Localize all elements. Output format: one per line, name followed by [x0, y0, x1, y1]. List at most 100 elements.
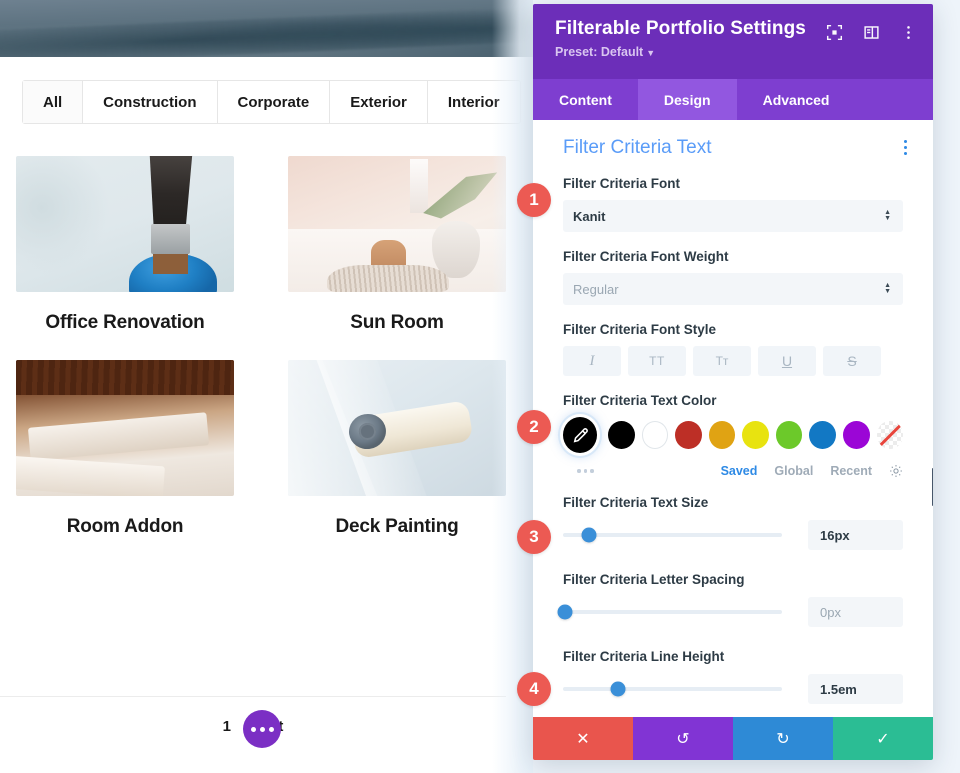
color-source-tabs: Saved Global Recent	[721, 464, 903, 478]
swatch-red[interactable]	[675, 421, 702, 449]
filter-tab-all[interactable]: All	[23, 81, 84, 123]
italic-button[interactable]: I	[563, 346, 621, 376]
font-weight-select[interactable]: Regular ▲ ▼	[563, 273, 903, 305]
portfolio-item[interactable]: Deck Painting	[288, 360, 506, 538]
color-tab-recent[interactable]: Recent	[830, 464, 872, 478]
paint-roller-photo[interactable]	[288, 360, 506, 496]
tab-design[interactable]: Design	[637, 79, 737, 120]
portfolio-item-title: Sun Room	[350, 312, 444, 333]
text-size-slider[interactable]	[563, 527, 782, 543]
field-label: Filter Criteria Letter Spacing	[563, 572, 745, 587]
slider-knob[interactable]	[557, 604, 573, 620]
filterable-portfolio-settings-modal: Filterable Portfolio Settings Preset: De…	[533, 4, 933, 760]
annotation-badge-1: 1	[517, 183, 551, 217]
annotation-badge-4: 4	[517, 672, 551, 706]
focus-frame-icon[interactable]	[826, 24, 843, 41]
screenshot-root: All Construction Corporate Exterior Inte…	[0, 0, 960, 773]
uppercase-button[interactable]: TT	[628, 346, 686, 376]
field-filter-criteria-text-color: Filter Criteria Text Color	[533, 393, 933, 453]
swatch-blue[interactable]	[809, 421, 836, 449]
capitalize-button[interactable]: Tᴛ	[693, 346, 751, 376]
filter-tab-interior[interactable]: Interior	[428, 81, 520, 123]
font-weight-select-value: Regular	[573, 281, 619, 297]
portfolio-item[interactable]: Sun Room	[288, 156, 506, 334]
strikethrough-button[interactable]: S	[823, 346, 881, 376]
swatch-yellow[interactable]	[742, 421, 769, 449]
field-filter-criteria-font: Filter Criteria Font Kanit ▲ ▼	[533, 176, 933, 232]
panel-layout-icon[interactable]	[863, 24, 880, 41]
field-filter-criteria-letter-spacing: Filter Criteria Letter Spacing	[533, 572, 933, 587]
text-size-input[interactable]: 16px	[808, 520, 903, 550]
color-tab-saved[interactable]: Saved	[721, 464, 758, 478]
swatch-transparent[interactable]	[876, 421, 904, 449]
field-filter-criteria-font-style: Filter Criteria Font Style I TT Tᴛ U S	[533, 322, 933, 376]
strikethrough-glyph: S	[847, 353, 857, 369]
letter-spacing-input[interactable]: 0px	[808, 597, 903, 627]
page-number-1[interactable]: 1	[223, 718, 231, 735]
filter-tab-corporate[interactable]: Corporate	[218, 81, 331, 123]
ellipsis-icon[interactable]	[243, 710, 281, 748]
field-label: Filter Criteria Line Height	[563, 649, 725, 664]
check-icon: ✓	[876, 730, 890, 748]
tab-content[interactable]: Content	[533, 79, 638, 120]
stepper-arrows-icon: ▲ ▼	[884, 209, 891, 222]
save-button[interactable]: ✓	[833, 717, 933, 760]
swatch-white[interactable]	[641, 421, 669, 449]
cancel-button[interactable]: ✕	[533, 717, 633, 760]
font-select[interactable]: Kanit ▲ ▼	[563, 200, 903, 232]
modal-body: Filter Criteria Text Filter Criteria Fon…	[533, 120, 933, 717]
wood-planks-photo[interactable]	[16, 360, 234, 496]
tab-advanced[interactable]: Advanced	[737, 79, 856, 120]
field-label: Filter Criteria Font	[563, 176, 681, 191]
section-title: Filter Criteria Text	[563, 136, 712, 158]
line-height-input[interactable]: 1.5em	[808, 674, 903, 704]
color-tab-global[interactable]: Global	[774, 464, 813, 478]
swatch-black[interactable]	[608, 421, 635, 449]
portfolio-item-title: Deck Painting	[335, 516, 459, 537]
modal-footer: ✕ ↺ ↻ ✓	[533, 717, 933, 760]
underline-button[interactable]: U	[758, 346, 816, 376]
section-menu-icon[interactable]	[900, 136, 911, 159]
filter-tab-construction[interactable]: Construction	[83, 81, 218, 123]
slider-knob[interactable]	[581, 527, 597, 543]
settings-scroll-area: Filter Criteria Text Filter Criteria Fon…	[533, 120, 933, 704]
field-filter-criteria-font-weight: Filter Criteria Font Weight Regular ▲ ▼	[533, 249, 933, 305]
portfolio-filter-bar: All Construction Corporate Exterior Inte…	[22, 80, 521, 124]
portfolio-item[interactable]: Office Renovation	[16, 156, 234, 334]
paint-brush-photo[interactable]	[16, 156, 234, 292]
italic-glyph: I	[589, 352, 595, 369]
tab-label: Content	[559, 91, 612, 108]
filter-tab-exterior[interactable]: Exterior	[330, 81, 428, 123]
portfolio-item-title: Room Addon	[66, 516, 184, 537]
undo-button[interactable]: ↺	[633, 717, 733, 760]
close-icon: ✕	[576, 730, 590, 748]
preset-selector[interactable]: Preset: Default ▼	[555, 45, 915, 59]
more-dots-icon[interactable]	[563, 469, 594, 473]
field-filter-criteria-line-height: Filter Criteria Line Height	[533, 649, 933, 664]
portfolio-item[interactable]: Room Addon	[16, 360, 234, 538]
swatch-purple[interactable]	[842, 421, 870, 449]
line-height-slider-row: 1.5em	[533, 674, 933, 704]
gear-icon[interactable]	[889, 464, 903, 478]
swatch-green[interactable]	[775, 421, 803, 449]
filter-tab-label: All	[43, 93, 63, 111]
capitalize-glyph: Tᴛ	[715, 354, 729, 368]
letter-spacing-slider[interactable]	[557, 604, 782, 620]
line-height-slider[interactable]	[563, 681, 782, 697]
portfolio-grid: Office Renovation Sun Room Room Addon De…	[16, 156, 506, 564]
chevron-down-icon: ▼	[646, 48, 656, 58]
filter-tab-label: Construction	[103, 93, 197, 111]
field-label: Filter Criteria Text Color	[563, 393, 717, 408]
swatch-orange[interactable]	[708, 421, 736, 449]
modal-header: Filterable Portfolio Settings Preset: De…	[533, 4, 933, 79]
slider-knob[interactable]	[610, 681, 626, 697]
font-select-value: Kanit	[573, 208, 606, 224]
settings-scrollbar[interactable]	[932, 468, 933, 506]
color-swatch-row	[563, 417, 904, 453]
eyedropper-icon[interactable]	[563, 417, 598, 453]
portfolio-row: Room Addon Deck Painting	[16, 360, 506, 538]
sun-room-vase-photo[interactable]	[288, 156, 506, 292]
font-style-button-group: I TT Tᴛ U S	[563, 346, 903, 376]
redo-button[interactable]: ↻	[733, 717, 833, 760]
vertical-ellipsis-icon[interactable]	[900, 24, 917, 41]
